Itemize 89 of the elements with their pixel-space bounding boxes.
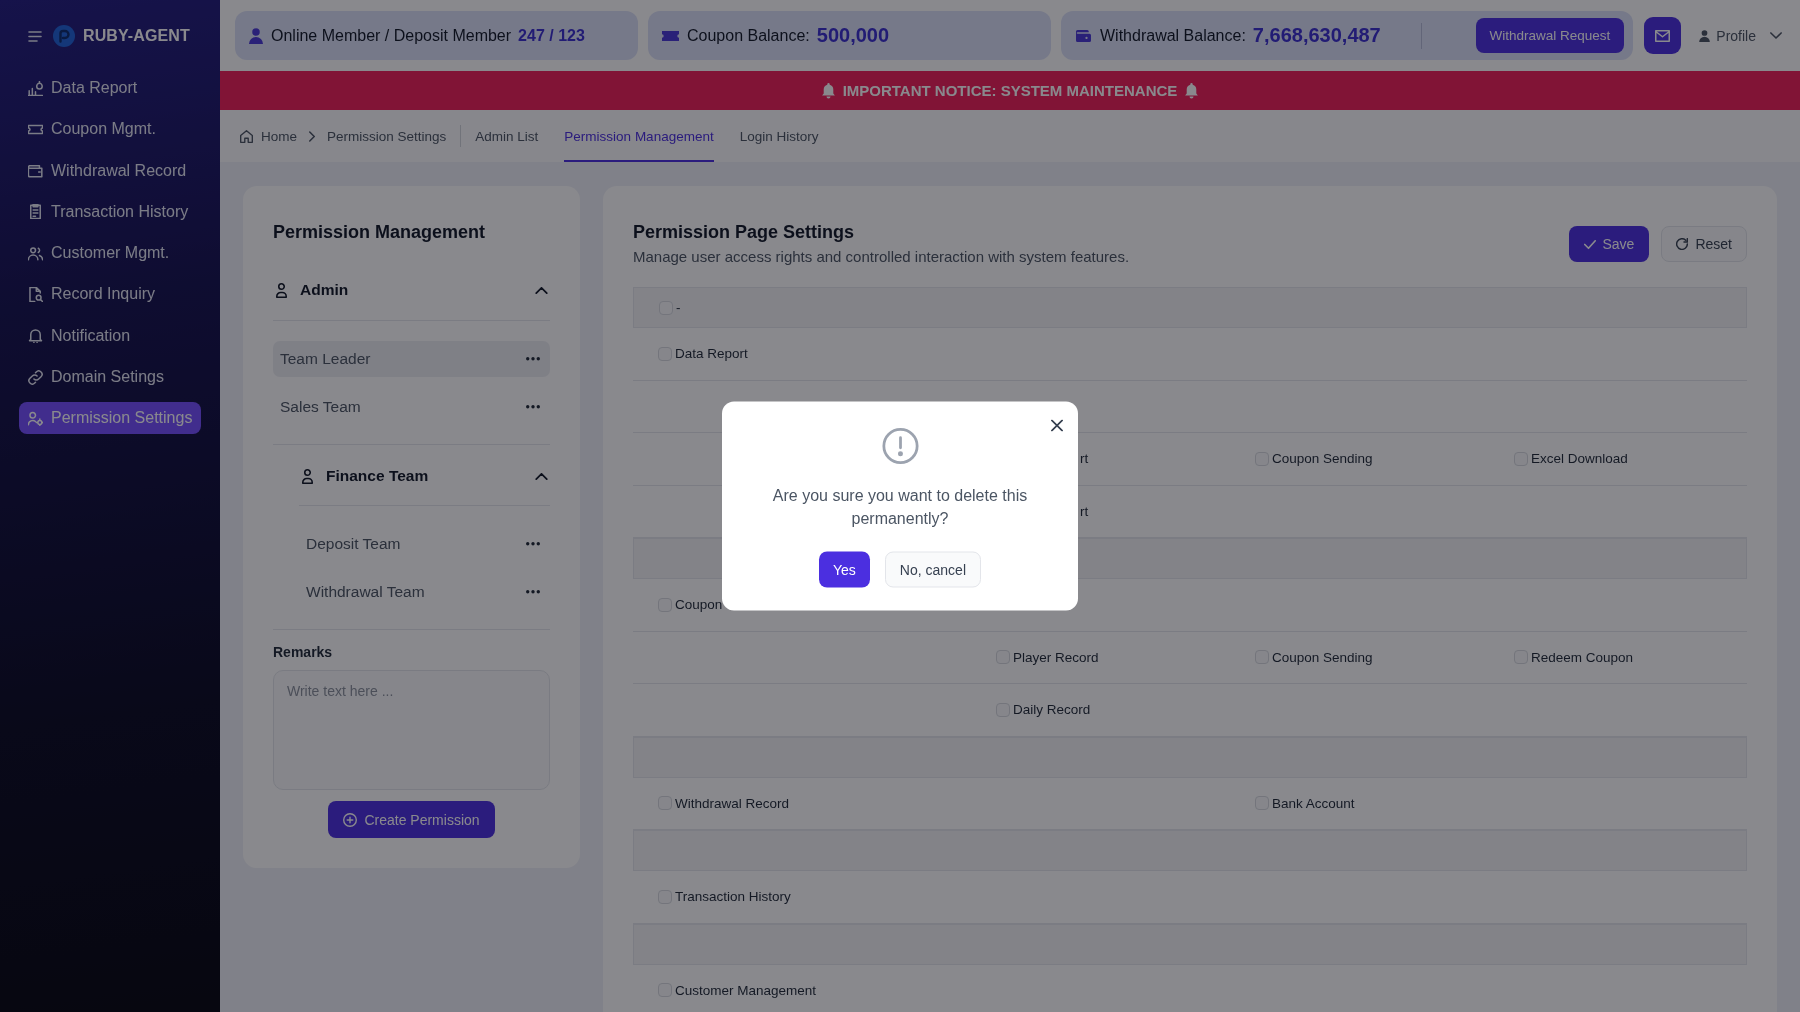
- sidebar-item[interactable]: Coupon Mgmt.: [19, 113, 201, 146]
- sidebar-item[interactable]: Record Inquiry: [19, 278, 201, 311]
- wallet-icon: [28, 163, 43, 179]
- sidebar-item[interactable]: Customer Mgmt.: [19, 237, 201, 270]
- home-icon: [240, 129, 253, 143]
- close-icon[interactable]: [1051, 419, 1063, 432]
- document-search-icon: [28, 287, 43, 302]
- save-button[interactable]: Save: [1568, 226, 1650, 262]
- field-label: Remarks: [273, 643, 334, 661]
- link-icon: [28, 369, 43, 385]
- stat-label: Coupon Balance:: [687, 26, 810, 45]
- tab[interactable]: Admin List: [475, 110, 539, 162]
- checkbox-label: Daily Record: [1013, 702, 1091, 718]
- checkbox-label: Player Record: [1013, 649, 1099, 665]
- tab[interactable]: Permission Management: [564, 110, 714, 162]
- checkbox-label: Coupon: [675, 597, 723, 613]
- group-toggle[interactable]: Finance Team: [299, 445, 550, 506]
- bell-icon: [1185, 82, 1199, 99]
- panel-title: Permission Management: [273, 221, 487, 243]
- role-item[interactable]: Sales Team: [273, 389, 550, 425]
- chevron-up-icon: [535, 286, 548, 294]
- withdrawal-request-button[interactable]: Withdrawal Request: [1475, 18, 1625, 53]
- mail-icon: [1655, 29, 1671, 42]
- brand-name: RUBY-AGENT: [83, 27, 190, 45]
- sidebar-item[interactable]: Data Report: [19, 72, 201, 104]
- user-icon: [249, 27, 263, 44]
- checkbox-label: Redeem Coupon: [1531, 649, 1634, 665]
- clipboard-icon: [28, 204, 43, 220]
- checkbox-label: Excel Download: [1531, 451, 1628, 467]
- tab[interactable]: Login History: [739, 110, 819, 162]
- reset-button[interactable]: Reset: [1661, 226, 1747, 262]
- sidebar-item[interactable]: Notification: [19, 319, 201, 352]
- stat-label: Withdrawal Balance:: [1100, 26, 1246, 45]
- checkbox-label: Customer Management: [675, 982, 817, 998]
- dialog-message: Are you sure you want to delete this permanently?: [771, 485, 1029, 529]
- ellipsis-icon[interactable]: [526, 357, 540, 361]
- role-item[interactable]: Withdrawal Team: [299, 574, 550, 610]
- remarks-field[interactable]: Write text here ...: [273, 670, 550, 790]
- role-item[interactable]: Team Leader: [273, 341, 550, 377]
- stat-value: 7,668,630,487: [1252, 24, 1381, 47]
- confirm-button[interactable]: Yes: [819, 551, 870, 588]
- user-icon: [1699, 29, 1711, 42]
- user-gear-icon: [28, 410, 43, 426]
- sidebar-item[interactable]: Withdrawal Record: [19, 154, 201, 187]
- sidebar-item[interactable]: Transaction History: [19, 195, 201, 228]
- checkbox-label: Withdrawal Record: [675, 795, 790, 811]
- profile-menu[interactable]: Profile: [1699, 27, 1782, 44]
- breadcrumb-link[interactable]: Permission Settings: [327, 110, 447, 162]
- user-icon: [276, 282, 287, 298]
- create-permission-button[interactable]: Create Permission: [328, 801, 495, 838]
- sidebar-item[interactable]: Permission Settings: [19, 402, 201, 435]
- refresh-icon: [1676, 238, 1689, 250]
- cancel-button[interactable]: No, cancel: [884, 551, 981, 588]
- menu-icon[interactable]: [28, 30, 42, 42]
- chevron-down-icon: [1770, 32, 1782, 39]
- checkbox-label: rt: [1080, 451, 1089, 467]
- bell-icon: [28, 328, 43, 344]
- checkbox-label: Data Report: [675, 346, 748, 362]
- group-toggle[interactable]: Admin: [273, 270, 550, 321]
- checkbox-label: Transaction History: [675, 889, 791, 905]
- sidebar-item[interactable]: Domain Setings: [19, 361, 201, 394]
- breadcrumb-link[interactable]: Home: [240, 110, 297, 162]
- checkbox-label: -: [676, 300, 681, 315]
- mail-button[interactable]: [1644, 17, 1682, 54]
- ticket-icon: [662, 29, 679, 42]
- users-icon: [28, 245, 43, 261]
- ellipsis-icon[interactable]: [526, 542, 540, 546]
- ellipsis-icon[interactable]: [526, 590, 540, 594]
- stat-value: 247 / 123: [518, 26, 585, 45]
- check-icon: [1583, 238, 1596, 250]
- role-item[interactable]: Deposit Team: [299, 526, 550, 562]
- panel-subtitle: Manage user access rights and controlled interaction with system features.: [633, 247, 1130, 267]
- stat-label: Online Member / Deposit Member: [271, 26, 512, 45]
- exclamation-circle-icon: [881, 427, 919, 465]
- wallet-icon: [1075, 29, 1092, 42]
- checkbox-label: Coupon Sending: [1272, 649, 1373, 665]
- checkbox-label: Coupon Sending: [1272, 451, 1373, 467]
- bell-icon: [821, 82, 835, 99]
- stat-value: 500,000: [816, 24, 890, 47]
- ellipsis-icon[interactable]: [526, 405, 540, 409]
- chart-icon: [28, 80, 43, 96]
- panel-title: Permission Page Settings: [633, 221, 856, 243]
- user-icon: [302, 468, 313, 484]
- notice-text: IMPORTANT NOTICE: SYSTEM MAINTENANCE: [842, 82, 1178, 99]
- checkbox-label: rt: [1080, 503, 1089, 519]
- chevron-up-icon: [535, 472, 548, 480]
- checkbox-label: Bank Account: [1272, 795, 1355, 811]
- chevron-right-icon: [309, 130, 315, 142]
- logo-icon: [53, 25, 75, 47]
